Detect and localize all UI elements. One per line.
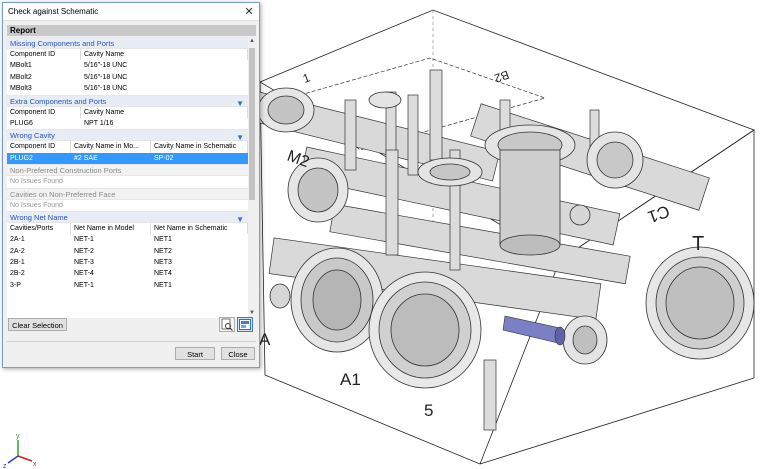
column-header: Net Name in Model [71,222,151,235]
section-title: Extra Components and Ports [10,96,107,106]
column-header: Component ID [7,49,81,61]
label-t: T [692,233,704,255]
label-a: A [259,330,271,349]
highlight-model-icon [239,319,251,330]
table-row[interactable]: 3-P NET-1 NET1 [7,280,248,291]
table-row[interactable]: 2A-1 NET-1 NET1 [7,234,248,245]
table-row[interactable]: MBolt2 5/16"-18 UNC [7,72,248,83]
table-row[interactable]: MBolt1 5/16"-18 UNC [7,60,248,71]
label-5: 5 [424,401,433,420]
scrollbar-thumb[interactable] [249,48,255,200]
collapse-triangle-icon[interactable]: ▼ [236,132,244,144]
column-header: Cavity Name in Mo... [71,141,151,153]
section-title: Cavities on Non-Preferred Face [10,189,116,199]
section-extra-components[interactable]: Extra Components and Ports ▼ [7,94,248,110]
close-button[interactable]: Close [221,347,255,360]
table-row[interactable]: 2B-1 NET-3 NET3 [7,257,248,268]
close-icon[interactable]: ✕ [239,3,259,20]
axis-z-label: z [3,463,7,469]
table-row[interactable]: MBolt3 5/16"-18 UNC [7,83,248,94]
clear-selection-button[interactable]: Clear Selection [8,318,67,331]
highlighted-plug [502,315,566,346]
collapse-triangle-icon[interactable]: ▼ [236,214,244,226]
column-header: Net Name in Schematic [151,222,248,235]
section-title: Missing Components and Ports [10,39,115,48]
axis-y-label: y [16,433,20,440]
column-header: Component ID [7,141,71,153]
section-missing-components[interactable]: Missing Components and Ports [7,37,248,49]
section-wrong-cavity[interactable]: Wrong Cavity ▼ [7,129,248,144]
table-row-selected[interactable]: PLUG2 #2 SAE SP-02 [7,152,248,165]
table-header: Cavities/Ports Net Name in Model Net Nam… [7,222,248,235]
column-header: Cavity Name [81,49,248,61]
scroll-up-arrow-icon[interactable]: ▲ [248,37,256,46]
column-header: Component ID [7,106,81,118]
column-header: Cavity Name [81,106,248,118]
label-c1: C1 [645,201,672,226]
section-wrong-net-name[interactable]: Wrong Net Name ▼ [7,210,248,226]
column-header: Cavity Name in Schematic [151,141,248,153]
table-row[interactable]: 2B-2 NET-4 NET4 [7,268,248,279]
no-issues-note: No Issues Found [10,201,63,209]
collapse-triangle-icon[interactable]: ▼ [236,98,244,110]
dialog-title: Check against Schematic [8,7,99,16]
axis-x-label: x [33,461,37,468]
table-header: Component ID Cavity Name in Mo... Cavity… [7,141,248,153]
column-header: Cavities/Ports [7,222,71,235]
table-row[interactable]: PLUG6 NPT 1/16 [7,118,248,129]
table-row[interactable]: 2A-2 NET-2 NET2 [7,246,248,257]
report-panel[interactable]: Missing Components and Ports Component I… [7,37,248,318]
check-against-schematic-dialog: Check against Schematic ✕ Report Missing… [2,2,260,368]
report-scrollbar[interactable]: ▲ ▼ [248,37,256,318]
section-non-preferred-ports[interactable]: Non-Preferred Construction Ports [7,164,248,177]
label-a1: A1 [340,370,361,389]
dialog-titlebar: Check against Schematic ✕ [3,3,259,21]
table-header: Component ID Cavity Name [7,106,248,118]
section-non-preferred-face[interactable]: Cavities on Non-Preferred Face [7,187,248,200]
no-issues-note: No Issues Found [10,178,63,186]
section-title: Wrong Net Name [10,212,68,222]
report-header: Report [7,25,256,36]
table-header: Component ID Cavity Name [7,49,248,61]
zoom-fit-icon [221,318,233,331]
zoom-to-selection-button[interactable] [219,317,235,332]
axis-triad: y x z [3,433,37,469]
start-button[interactable]: Start [175,347,215,360]
divider [7,341,256,342]
section-title: Non-Preferred Construction Ports [10,166,122,176]
section-title: Wrong Cavity [10,131,55,141]
highlight-in-model-button[interactable] [237,317,253,332]
